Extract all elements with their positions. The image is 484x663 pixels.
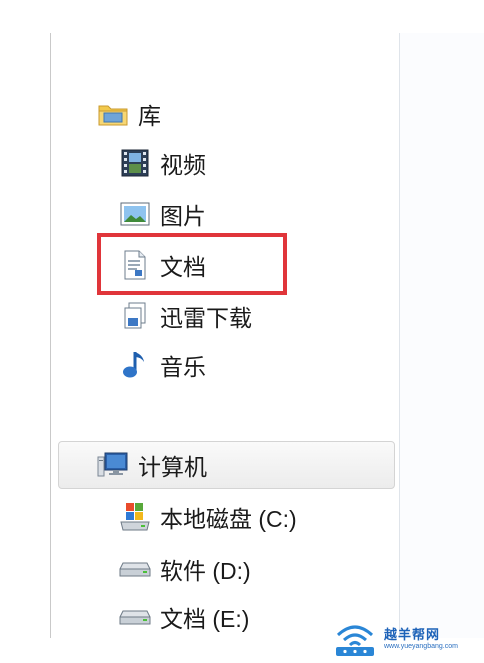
video-library-icon [118, 146, 152, 180]
nav-item-music-label: 音乐 [160, 354, 206, 380]
nav-item-videos[interactable]: 视频 [118, 143, 206, 183]
nav-item-thunder-downloads-label: 迅雷下载 [160, 305, 252, 331]
drive-icon [118, 552, 152, 586]
nav-item-pictures-label: 图片 [160, 203, 206, 229]
nav-item-computer-label: 计算机 [138, 454, 207, 480]
nav-item-drive-e[interactable]: 文档 (E:) [118, 597, 249, 637]
nav-item-pictures[interactable]: 图片 [118, 194, 206, 234]
nav-item-thunder-downloads[interactable]: 迅雷下载 [118, 296, 252, 336]
explorer-window: 库 视频 图片 文档 迅雷下载 音乐 计算机 本地磁盘 (C:) 软件 (D:)… [0, 0, 484, 663]
nav-item-drive-d-label: 软件 (D:) [160, 558, 251, 584]
content-pane[interactable] [400, 33, 484, 638]
nav-item-drive-c[interactable]: 本地磁盘 (C:) [118, 497, 297, 537]
annotation-highlight-box [97, 233, 287, 295]
wifi-logo-icon [336, 625, 374, 656]
pictures-library-icon [118, 197, 152, 231]
libraries-folder-icon [96, 97, 130, 131]
system-drive-icon [118, 500, 152, 534]
nav-item-drive-d[interactable]: 软件 (D:) [118, 549, 251, 589]
nav-item-music[interactable]: 音乐 [118, 345, 206, 385]
computer-icon [96, 448, 130, 482]
nav-item-videos-label: 视频 [160, 152, 206, 178]
nav-item-drive-e-label: 文档 (E:) [160, 606, 250, 632]
watermark-url: www.yueyangbang.com [384, 642, 458, 650]
watermark: 越羊帮网 www.yueyangbang.com [330, 610, 484, 663]
watermark-title: 越羊帮网 [384, 626, 441, 642]
nav-item-computer[interactable]: 计算机 [96, 445, 207, 485]
thunder-download-library-icon [118, 299, 152, 333]
nav-item-drive-c-label: 本地磁盘 (C:) [160, 506, 297, 532]
nav-item-libraries[interactable]: 库 [96, 94, 161, 134]
drive-icon [118, 600, 152, 634]
nav-item-libraries-label: 库 [138, 103, 161, 129]
music-library-icon [118, 348, 152, 382]
